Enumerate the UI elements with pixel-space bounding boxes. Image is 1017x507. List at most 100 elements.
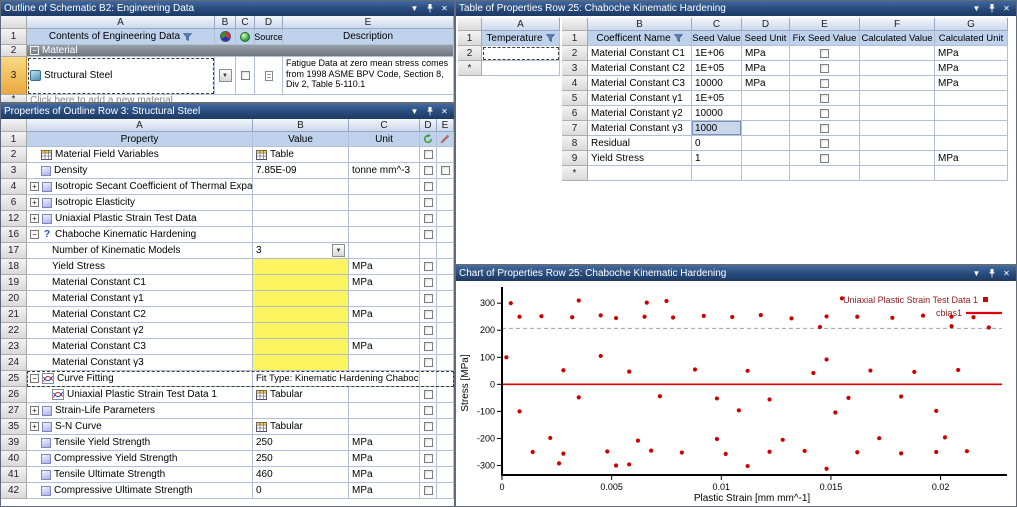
row-number[interactable]: 12 xyxy=(1,211,27,227)
filter-icon[interactable] xyxy=(183,32,193,41)
pin-icon[interactable] xyxy=(985,269,998,278)
row-number[interactable]: 17 xyxy=(1,243,27,259)
row-number[interactable]: * xyxy=(458,61,482,76)
property-name-cell[interactable]: Material Field Variables xyxy=(27,147,253,163)
property-unit-cell[interactable]: MPa xyxy=(349,435,420,451)
checkbox[interactable] xyxy=(240,71,250,80)
property-name-cell[interactable]: Tensile Ultimate Strength xyxy=(27,467,253,483)
row-number[interactable]: 5 xyxy=(562,91,588,106)
temperature-value-cell[interactable] xyxy=(482,46,560,61)
property-unit-cell[interactable]: MPa xyxy=(349,259,420,275)
row-number[interactable]: 27 xyxy=(1,403,27,419)
seed-unit-cell[interactable]: MPa xyxy=(742,61,790,76)
checkbox[interactable] xyxy=(423,198,433,207)
row-number[interactable]: 4 xyxy=(562,76,588,91)
property-name-cell[interactable]: + Isotropic Secant Coefficient of Thermal… xyxy=(27,179,253,195)
property-unit-cell[interactable]: tonne mm^-3 xyxy=(349,163,420,179)
property-unit-cell[interactable] xyxy=(349,355,420,371)
property-name-cell[interactable]: Tensile Yield Strength xyxy=(27,435,253,451)
pin-icon[interactable] xyxy=(985,4,998,13)
property-unit-cell[interactable]: MPa xyxy=(349,483,420,499)
checkbox[interactable] xyxy=(820,108,829,118)
property-unit-cell[interactable] xyxy=(349,403,420,419)
material-source-cell[interactable] xyxy=(255,57,283,95)
row-number[interactable]: 2 xyxy=(458,46,482,61)
property-name-cell[interactable]: Compressive Yield Strength xyxy=(27,451,253,467)
row-number[interactable]: 25 xyxy=(1,371,27,387)
expand-icon[interactable]: + xyxy=(30,214,39,223)
property-value-cell[interactable] xyxy=(253,291,349,307)
row-number[interactable]: 40 xyxy=(1,451,27,467)
checkbox[interactable] xyxy=(423,214,433,223)
property-unit-cell[interactable] xyxy=(349,419,420,435)
row-number[interactable]: 21 xyxy=(1,307,27,323)
seed-unit-cell[interactable] xyxy=(742,91,790,106)
row-number[interactable]: * xyxy=(1,95,27,102)
row-number[interactable]: 1 xyxy=(1,132,27,147)
seed-unit-cell[interactable] xyxy=(742,136,790,151)
checkbox[interactable] xyxy=(423,326,433,335)
coefficient-name-cell[interactable]: Yield Stress xyxy=(588,151,692,166)
close-icon[interactable]: ✕ xyxy=(1000,2,1013,15)
property-value-cell[interactable]: 250 xyxy=(253,451,349,467)
row-number[interactable]: 6 xyxy=(562,106,588,121)
seed-unit-cell[interactable] xyxy=(742,166,790,181)
checkbox[interactable] xyxy=(423,342,433,351)
property-unit-cell[interactable] xyxy=(349,179,420,195)
add-material-cell[interactable]: Click here to add a new material xyxy=(27,95,454,102)
property-unit-cell[interactable]: MPa xyxy=(349,467,420,483)
expand-icon[interactable]: + xyxy=(30,198,39,207)
filter-icon[interactable] xyxy=(673,34,683,42)
seed-value-cell[interactable] xyxy=(692,166,742,181)
property-name-cell[interactable]: − Curve Fitting xyxy=(27,371,253,387)
row-number[interactable]: 23 xyxy=(1,339,27,355)
panel-menu-icon[interactable]: ▼ xyxy=(970,2,983,15)
seed-unit-cell[interactable]: MPa xyxy=(742,46,790,61)
checkbox[interactable] xyxy=(440,166,450,175)
collapse-icon[interactable]: − xyxy=(30,230,39,239)
row-number[interactable]: * xyxy=(562,166,588,181)
property-unit-cell[interactable]: MPa xyxy=(349,451,420,467)
seed-value-cell[interactable]: 10000 xyxy=(692,76,742,91)
row-number[interactable]: 1 xyxy=(458,31,482,46)
property-value-cell[interactable]: Tabular xyxy=(253,419,349,435)
property-name-cell[interactable]: Material Constant γ3 xyxy=(27,355,253,371)
property-unit-cell[interactable] xyxy=(349,147,420,163)
dropdown-arrow-icon[interactable]: ▼ xyxy=(218,69,232,82)
coefficient-name-cell[interactable]: Material Constant γ2 xyxy=(588,106,692,121)
property-name-cell[interactable]: −? Chaboche Kinematic Hardening xyxy=(27,227,253,243)
property-value-cell[interactable] xyxy=(253,307,349,323)
property-name-cell[interactable]: Material Constant C3 xyxy=(27,339,253,355)
property-name-cell[interactable]: + S-N Curve xyxy=(27,419,253,435)
temperature-add-cell[interactable] xyxy=(482,61,560,76)
checkbox[interactable] xyxy=(423,358,433,367)
row-number[interactable]: 9 xyxy=(562,151,588,166)
property-value-cell[interactable] xyxy=(253,355,349,371)
seed-value-cell[interactable]: 1000 xyxy=(692,121,742,136)
property-name-cell[interactable]: Density xyxy=(27,163,253,179)
property-value-cell[interactable] xyxy=(253,179,349,195)
property-name-cell[interactable]: + Uniaxial Plastic Strain Test Data xyxy=(27,211,253,227)
seed-value-cell[interactable]: 1E+05 xyxy=(692,61,742,76)
property-value-cell[interactable]: Tabular xyxy=(253,387,349,403)
property-name-cell[interactable]: Number of Kinematic Models xyxy=(27,243,253,259)
checkbox[interactable] xyxy=(423,470,433,479)
checkbox[interactable] xyxy=(820,153,829,163)
property-name-cell[interactable]: Material Constant γ2 xyxy=(27,323,253,339)
panel-menu-icon[interactable]: ▼ xyxy=(408,105,421,118)
row-number[interactable]: 2 xyxy=(562,46,588,61)
close-icon[interactable]: ✕ xyxy=(1000,267,1013,280)
property-unit-cell[interactable] xyxy=(349,323,420,339)
expand-icon[interactable]: + xyxy=(30,422,39,431)
checkbox[interactable] xyxy=(423,486,433,495)
property-unit-cell[interactable] xyxy=(349,211,420,227)
property-unit-cell[interactable] xyxy=(349,243,420,259)
checkbox[interactable] xyxy=(423,182,433,191)
checkbox[interactable] xyxy=(423,422,433,431)
property-value-cell[interactable] xyxy=(253,339,349,355)
property-unit-cell[interactable]: MPa xyxy=(349,339,420,355)
property-value-cell[interactable]: 0 xyxy=(253,483,349,499)
checkbox[interactable] xyxy=(423,406,433,415)
property-name-cell[interactable]: Material Constant C2 xyxy=(27,307,253,323)
checkbox[interactable] xyxy=(423,278,433,287)
